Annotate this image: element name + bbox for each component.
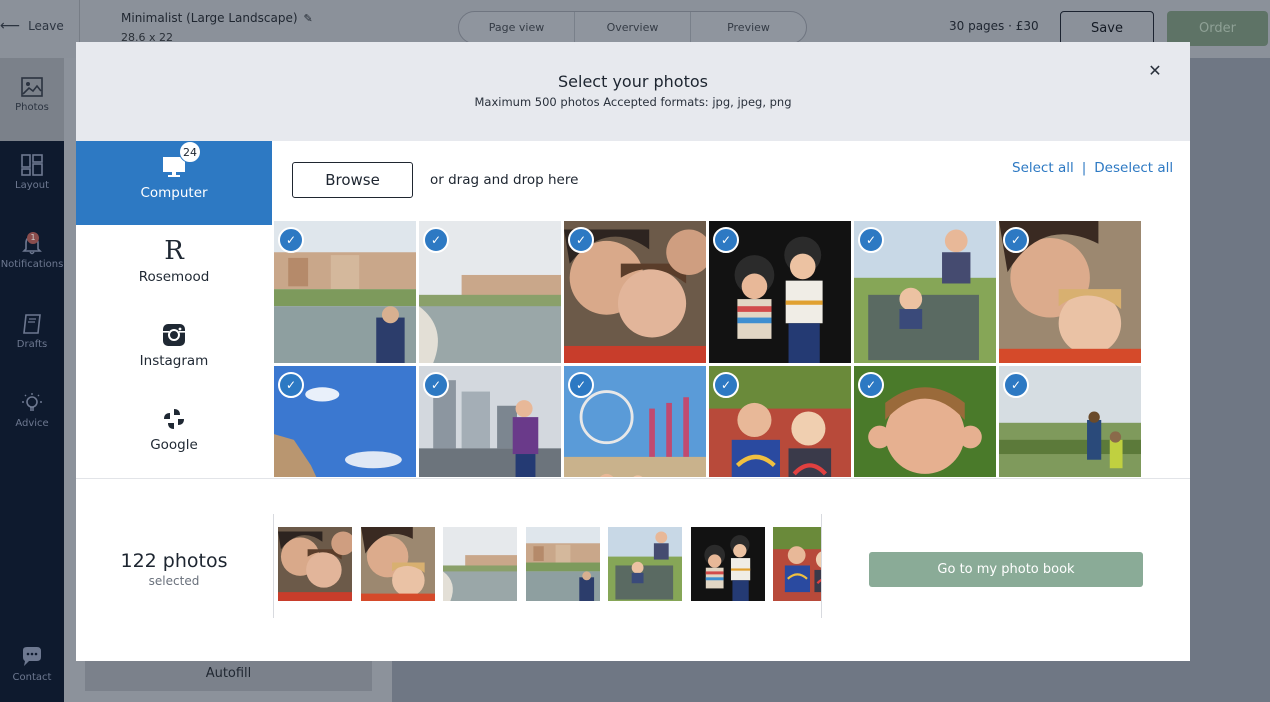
selected-photo-thumbnail[interactable]	[278, 527, 352, 601]
layout-icon	[21, 154, 43, 176]
photo-thumbnail[interactable]: ✓	[709, 221, 851, 363]
nav-label: Contact	[12, 672, 52, 683]
checkmark-icon[interactable]: ✓	[278, 372, 304, 398]
select-all-link[interactable]: Select all	[1012, 160, 1074, 176]
photo-thumbnail[interactable]: ✓	[419, 221, 561, 363]
pages-price: 30 pages · £30	[949, 19, 1039, 33]
photo-thumbnail[interactable]: ✓	[419, 366, 561, 477]
selected-label: selected	[148, 574, 200, 588]
photo-thumbnail[interactable]: ✓	[999, 221, 1141, 363]
nav-label: Notifications	[0, 259, 64, 270]
photo-thumbnail[interactable]: ✓	[854, 366, 996, 477]
selected-photo-thumbnail[interactable]	[360, 527, 435, 601]
checkmark-icon[interactable]: ✓	[1003, 372, 1029, 398]
source-google[interactable]: Google	[76, 407, 272, 453]
modal-header: Select your photos Maximum 500 photos Ac…	[76, 42, 1190, 141]
nav-advice[interactable]: Advice	[0, 392, 64, 429]
lightbulb-icon	[22, 393, 42, 411]
photo-thumbnail[interactable]: ✓	[999, 366, 1141, 477]
nav-label: Layout	[15, 180, 49, 191]
selected-photo-thumbnail[interactable]	[690, 527, 765, 601]
checkmark-icon[interactable]: ✓	[423, 372, 449, 398]
nav-photos[interactable]: Photos	[0, 76, 64, 113]
photo-thumbnail[interactable]: ✓	[854, 221, 996, 363]
project-title[interactable]: Minimalist (Large Landscape) ✎	[121, 11, 313, 25]
nav-layout[interactable]: Layout	[0, 154, 64, 191]
project-title-text: Minimalist (Large Landscape)	[121, 11, 298, 25]
select-photos-modal: Select your photos Maximum 500 photos Ac…	[76, 42, 1190, 661]
link-separator: |	[1081, 160, 1087, 176]
nav-drafts[interactable]: Drafts	[0, 313, 64, 350]
deselect-all-link[interactable]: Deselect all	[1094, 160, 1173, 176]
source-list: 24 Computer R Rosemood Instagram Google	[76, 141, 272, 478]
nav-label: Advice	[15, 418, 49, 429]
photo-thumbnail[interactable]: ✓	[274, 221, 416, 363]
selected-photo-thumbnail[interactable]	[525, 527, 600, 601]
checkmark-icon[interactable]: ✓	[423, 227, 449, 253]
checkmark-icon[interactable]: ✓	[858, 227, 884, 253]
source-rosemood[interactable]: R Rosemood	[76, 236, 272, 285]
book-icon	[23, 314, 41, 334]
save-button[interactable]: Save	[1060, 11, 1154, 46]
checkmark-icon[interactable]: ✓	[1003, 227, 1029, 253]
photo-grid: ✓ ✓ ✓ ✓ ✓ ✓ ✓ ✓ ✓ ✓ ✓ ✓	[274, 221, 1141, 477]
selected-photo-thumbnail[interactable]	[443, 527, 517, 601]
checkmark-icon[interactable]: ✓	[568, 372, 594, 398]
pencil-icon[interactable]: ✎	[304, 12, 313, 25]
photo-thumbnail[interactable]: ✓	[564, 366, 706, 477]
source-label: Instagram	[139, 353, 209, 369]
selected-photo-thumbnail[interactable]	[773, 527, 821, 601]
leave-button[interactable]: ⟵ Leave	[0, 18, 64, 34]
nav-notifications[interactable]: 1 Notifications	[0, 232, 64, 270]
photo-thumbnail[interactable]: ✓	[564, 221, 706, 363]
source-label: Google	[150, 437, 198, 453]
tab-overview[interactable]: Overview	[575, 12, 691, 43]
go-to-photo-book-button[interactable]: Go to my photo book	[869, 552, 1143, 587]
view-tabs: Page view Overview Preview	[458, 11, 807, 44]
modal-title: Select your photos	[558, 72, 708, 91]
computer-count-badge: 24	[179, 141, 201, 163]
tab-page-view[interactable]: Page view	[459, 12, 575, 43]
selected-count: 122 photos	[120, 550, 228, 572]
nav-contact[interactable]: Contact	[0, 646, 64, 683]
google-photos-icon	[164, 409, 184, 429]
order-button[interactable]: Order	[1167, 11, 1268, 46]
checkmark-icon[interactable]: ✓	[278, 227, 304, 253]
nav-label: Drafts	[16, 339, 48, 350]
close-icon[interactable]: ✕	[1145, 61, 1165, 81]
source-computer[interactable]: 24 Computer	[76, 141, 272, 225]
image-icon	[21, 77, 43, 97]
tab-preview[interactable]: Preview	[691, 12, 806, 43]
source-instagram[interactable]: Instagram	[76, 323, 272, 369]
modal-subtitle: Maximum 500 photos Accepted formats: jpg…	[474, 95, 792, 109]
drag-drop-hint: or drag and drop here	[430, 172, 579, 188]
checkmark-icon[interactable]: ✓	[858, 372, 884, 398]
nav-label: Photos	[15, 102, 49, 113]
source-label: Computer	[140, 185, 208, 201]
checkmark-icon[interactable]: ✓	[713, 372, 739, 398]
checkmark-icon[interactable]: ✓	[568, 227, 594, 253]
photo-thumbnail[interactable]: ✓	[709, 366, 851, 477]
divider	[76, 478, 1190, 479]
arrow-left-icon: ⟵	[0, 18, 21, 34]
leave-label: Leave	[28, 19, 64, 33]
chat-icon	[23, 647, 41, 666]
photo-thumbnail[interactable]: ✓	[274, 366, 416, 477]
checkmark-icon[interactable]: ✓	[713, 227, 739, 253]
source-label: Rosemood	[138, 269, 210, 285]
selection-links: Select all | Deselect all	[1012, 160, 1173, 176]
instagram-icon	[163, 324, 185, 346]
selected-photos-strip[interactable]	[273, 514, 822, 618]
selected-photo-thumbnail[interactable]	[608, 527, 682, 601]
browse-button[interactable]: Browse	[292, 162, 413, 198]
rosemood-logo-icon: R	[164, 236, 184, 266]
notification-badge: 1	[27, 232, 39, 244]
